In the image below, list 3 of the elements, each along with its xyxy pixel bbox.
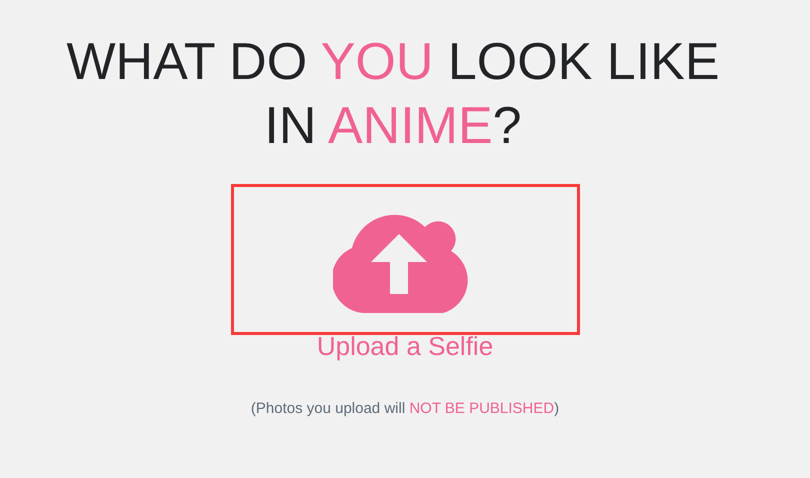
page-heading: WHAT DO YOU LOOK LIKE IN ANIME? bbox=[66, 32, 720, 157]
privacy-note: (Photos you upload will NOT BE PUBLISHED) bbox=[250, 400, 560, 417]
upload-link[interactable]: Upload a Selfie bbox=[316, 331, 494, 362]
